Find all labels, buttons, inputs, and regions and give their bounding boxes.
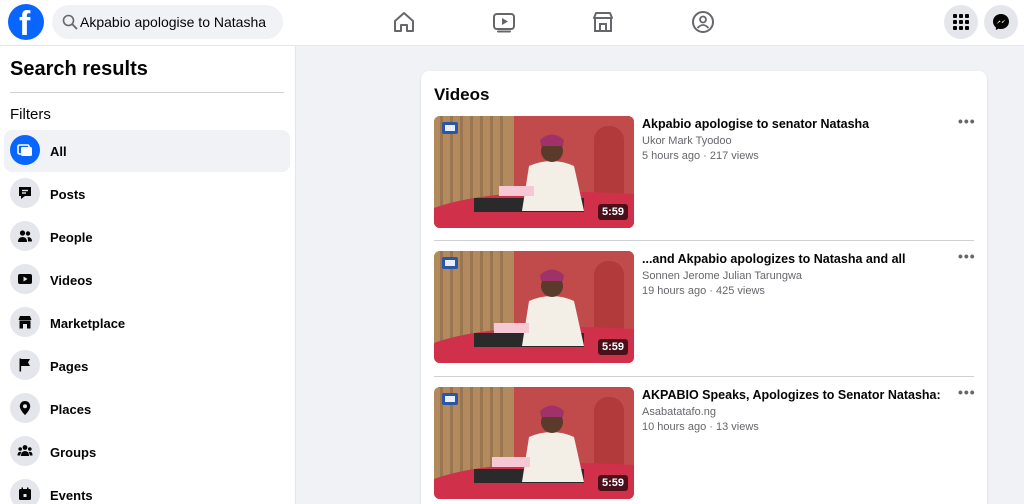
- divider: [434, 240, 974, 241]
- video-duration: 5:59: [597, 204, 628, 220]
- home-icon[interactable]: [391, 9, 417, 35]
- video-duration: 5:59: [597, 475, 628, 491]
- filter-item-label: People: [50, 230, 93, 245]
- marketplace-icon[interactable]: [590, 9, 616, 35]
- more-options-icon[interactable]: •••: [958, 114, 975, 130]
- video-title[interactable]: AKPABIO Speaks, Apologizes to Senator Na…: [642, 388, 942, 402]
- video-thumbnail[interactable]: 5:59: [434, 387, 634, 499]
- videos-results-card: Videos 5:59 Akpabio apologise to senator…: [421, 71, 987, 504]
- video-title[interactable]: ...and Akpabio apologizes to Natasha and…: [642, 252, 942, 266]
- menu-button[interactable]: [944, 5, 978, 39]
- filter-item-groups[interactable]: Groups: [4, 431, 290, 473]
- posts-icon: [19, 187, 31, 199]
- facebook-logo[interactable]: f: [8, 4, 44, 43]
- messenger-button[interactable]: [984, 5, 1018, 39]
- divider: [434, 376, 974, 377]
- page-title: Search results: [10, 58, 148, 80]
- filter-item-label: Places: [50, 402, 92, 417]
- video-author[interactable]: Sonnen Jerome Julian Tarungwa: [642, 270, 802, 282]
- filter-item-pages[interactable]: Pages: [4, 345, 290, 387]
- video-icon[interactable]: [491, 9, 517, 35]
- video-author[interactable]: Ukor Mark Tyodoo: [642, 135, 732, 147]
- groups-icon: [17, 445, 33, 456]
- more-options-icon[interactable]: •••: [958, 249, 975, 265]
- groups-icon[interactable]: [690, 9, 716, 35]
- search-icon: [62, 14, 78, 30]
- video-result[interactable]: 5:59 Akpabio apologise to senator Natash…: [434, 114, 975, 230]
- filter-item-label: Marketplace: [50, 316, 126, 331]
- filter-item-videos[interactable]: Videos: [4, 259, 290, 301]
- video-meta: 10 hours ago · 13 views: [642, 421, 759, 433]
- search-filters-sidebar: Search results Filters All Posts People …: [0, 46, 296, 504]
- filter-item-label: Videos: [50, 273, 93, 288]
- video-duration: 5:59: [597, 339, 628, 355]
- filter-item-label: Posts: [50, 187, 86, 202]
- filter-item-all[interactable]: All: [4, 130, 290, 172]
- filter-item-label: Pages: [50, 359, 89, 374]
- filter-item-people[interactable]: People: [4, 216, 290, 258]
- top-navigation-bar: f: [0, 0, 1024, 46]
- filter-item-label: Groups: [50, 445, 97, 460]
- section-title: Videos: [434, 85, 490, 104]
- people-icon: [18, 230, 32, 242]
- video-result[interactable]: 5:59 AKPABIO Speaks, Apologizes to Senat…: [434, 385, 975, 501]
- video-title[interactable]: Akpabio apologise to senator Natasha: [642, 117, 942, 131]
- filter-item-places[interactable]: Places: [4, 388, 290, 430]
- video-author[interactable]: Asabatatafo.ng: [642, 406, 716, 418]
- flag-icon: [19, 358, 30, 372]
- logo-letter: f: [19, 5, 31, 43]
- marketplace-icon: [18, 316, 32, 329]
- filters-heading: Filters: [10, 106, 51, 123]
- filter-item-marketplace[interactable]: Marketplace: [4, 302, 290, 344]
- all-icon: [17, 144, 32, 156]
- filter-item-events[interactable]: Events: [4, 474, 290, 504]
- video-icon: [18, 274, 32, 284]
- video-thumbnail[interactable]: 5:59: [434, 116, 634, 228]
- messenger-icon: [993, 14, 1009, 30]
- menu-grid-icon: [953, 14, 969, 30]
- video-result[interactable]: 5:59 ...and Akpabio apologizes to Natash…: [434, 249, 975, 365]
- calendar-icon: [19, 487, 31, 500]
- search-input[interactable]: [80, 5, 276, 39]
- video-thumbnail[interactable]: 5:59: [434, 251, 634, 363]
- more-options-icon[interactable]: •••: [958, 385, 975, 401]
- video-meta: 19 hours ago · 425 views: [642, 285, 765, 297]
- location-pin-icon: [19, 401, 31, 415]
- filter-item-label: All: [50, 144, 67, 159]
- filter-item-label: Events: [50, 488, 93, 503]
- search-box[interactable]: [52, 5, 283, 39]
- filter-item-posts[interactable]: Posts: [4, 173, 290, 215]
- divider: [10, 92, 284, 93]
- video-meta: 5 hours ago · 217 views: [642, 150, 759, 162]
